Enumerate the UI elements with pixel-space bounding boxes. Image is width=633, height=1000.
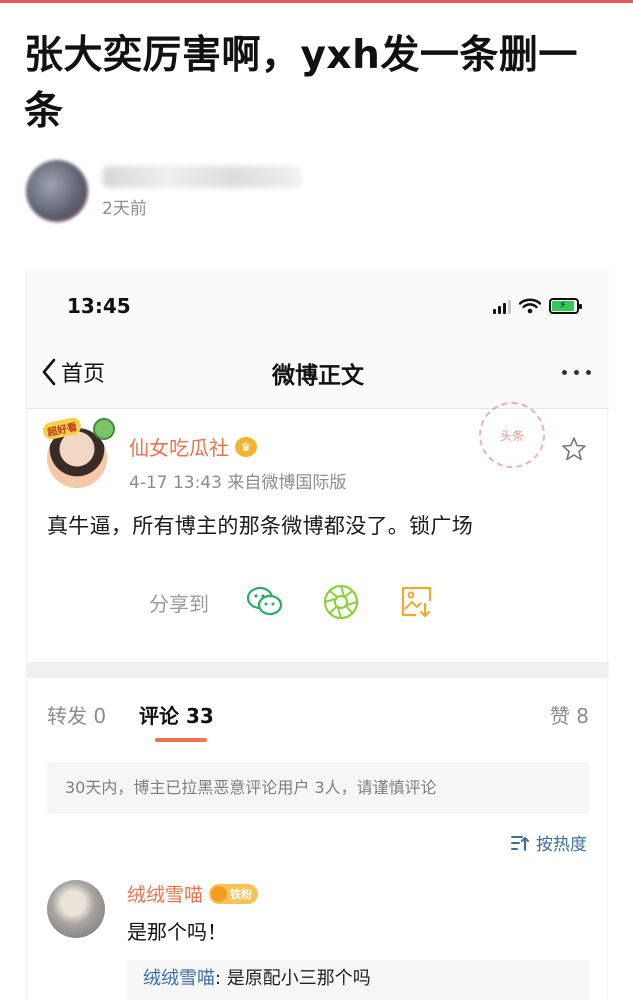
stamp-label: 头条 [499, 428, 524, 443]
tab-comments[interactable]: 评论 33 [139, 700, 214, 729]
favorite-star-icon[interactable] [561, 436, 587, 462]
more-menu-button[interactable] [562, 360, 591, 384]
article-title: 张大奕厉害啊，yxh发一条删一条 [24, 33, 578, 134]
battery-level: ⚡ [552, 301, 574, 311]
tab-likes[interactable]: 赞 8 [550, 700, 589, 729]
nav-title: 微博正文 [272, 363, 364, 389]
active-tab-indicator [155, 738, 207, 742]
reply-preview[interactable]: 绒绒雪喵: 是原配小三那个吗 [127, 960, 589, 1000]
comment-text: 是那个吗！ [127, 920, 227, 944]
wechat-icon[interactable] [245, 582, 285, 622]
poster-name-row: 仙女吃瓜社 ♛ [129, 432, 257, 461]
post-meta: 4-17 13:43 来自微博国际版 [129, 473, 347, 493]
battery-icon: ⚡ [549, 298, 582, 314]
status-bar-icons: ⚡ [493, 296, 582, 316]
fan-crown-icon [211, 885, 228, 902]
back-button[interactable]: 首页 [41, 356, 105, 388]
commenter-name[interactable]: 绒绒雪喵 [127, 880, 203, 907]
poster-name[interactable]: 仙女吃瓜社 [129, 432, 229, 461]
blocked-users-notice: 30天内，博主已拉黑恶意评论用户 3人，请谨慎评论 [47, 762, 589, 814]
back-button-label: 首页 [61, 362, 106, 387]
sort-label: 按热度 [536, 835, 587, 855]
wifi-icon [519, 298, 541, 314]
avatar-sticker: 超好看 [41, 416, 83, 441]
frog-sticker-icon [93, 418, 115, 440]
share-label: 分享到 [149, 591, 209, 616]
commenter-name-row: 绒绒雪喵 铁粉 [127, 880, 259, 907]
commenter-avatar[interactable] [47, 880, 105, 938]
status-bar-time: 13:45 [67, 294, 131, 318]
save-image-icon[interactable] [397, 582, 437, 622]
fan-badge-label: 铁粉 [230, 887, 253, 901]
reply-author[interactable]: 绒绒雪喵 [143, 968, 215, 989]
article-time: 2天前 [102, 199, 147, 219]
tab-repost[interactable]: 转发 0 [47, 700, 106, 729]
signal-icon [493, 298, 511, 314]
more-dot-icon [586, 369, 591, 375]
moments-icon[interactable] [321, 582, 361, 622]
more-dot-icon [574, 369, 579, 375]
weibo-screenshot: 13:45 ⚡ 首页 微博正文 头条 超好看 仙女吃瓜社 ♛ 4-17 13:4… [26, 268, 609, 1000]
tabs-row: 转发 0 评论 33 赞 8 [47, 700, 589, 740]
sort-button[interactable]: 按热度 [510, 830, 587, 855]
reply-text: : 是原配小三那个吗 [215, 968, 371, 989]
share-row: 分享到 [149, 582, 437, 622]
vip-crown-icon: ♛ [235, 436, 257, 457]
top-accent-strip [0, 0, 633, 3]
author-avatar-blurred[interactable] [26, 160, 88, 222]
poster-avatar[interactable]: 超好看 [41, 416, 115, 488]
article-author-row[interactable]: 2天前 [26, 158, 446, 228]
author-name-blurred [102, 166, 302, 188]
headline-stamp: 头条 [479, 402, 545, 468]
section-separator [27, 662, 609, 678]
fan-badge: 铁粉 [209, 883, 259, 904]
chevron-left-icon [42, 358, 56, 386]
post-body: 真牛逼，所有博主的那条微博都没了。锁广场 [47, 514, 473, 538]
more-dot-icon [562, 369, 567, 375]
sort-icon [511, 835, 529, 851]
